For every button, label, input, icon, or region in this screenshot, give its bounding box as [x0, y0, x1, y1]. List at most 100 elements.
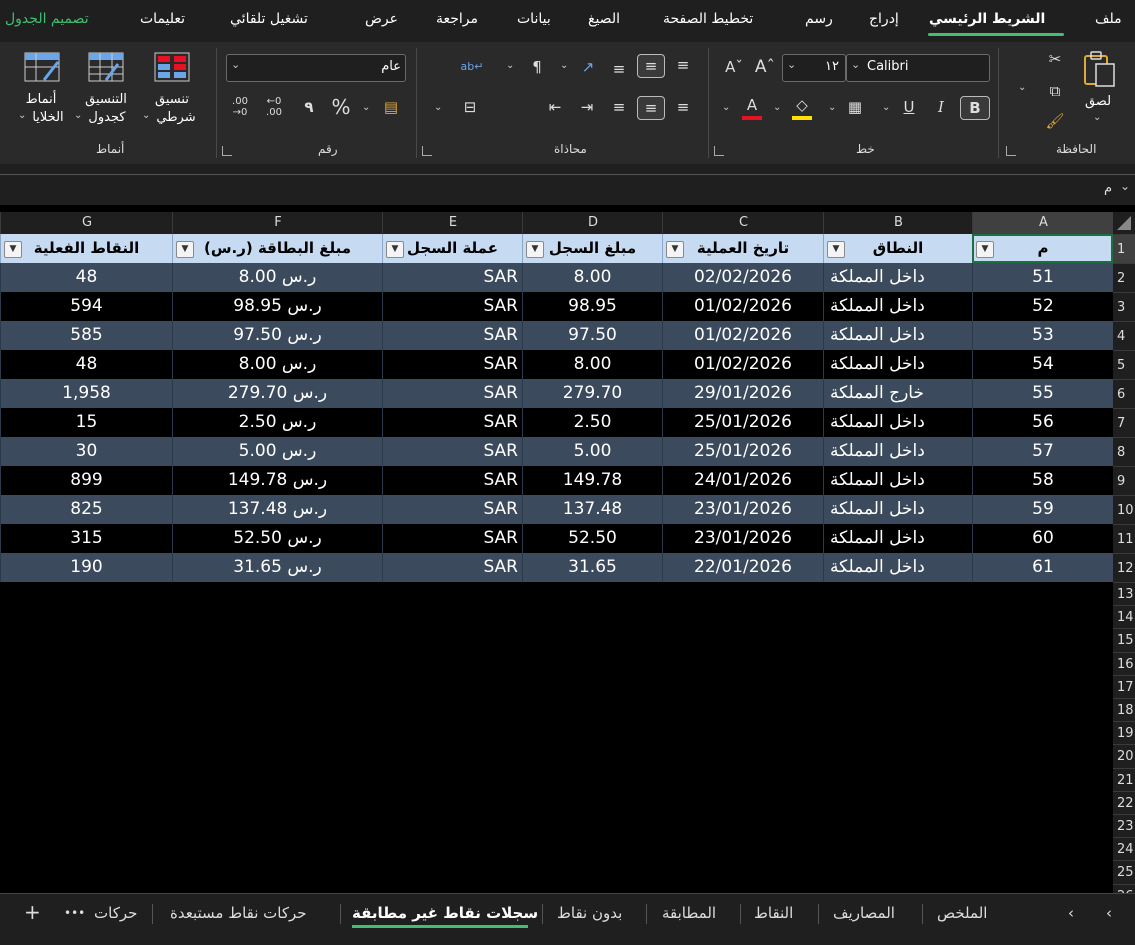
filter-dropdown-icon[interactable]: ▼	[666, 241, 684, 258]
row-header[interactable]: 2	[1113, 263, 1135, 292]
table-cell[interactable]: ر.س 97.50	[172, 321, 382, 350]
sheet-tab-7[interactable]: حركات	[94, 904, 137, 922]
column-header-F[interactable]: F	[172, 212, 383, 234]
sheet-tab-3[interactable]: المطابقة	[662, 904, 716, 922]
merge-dropdown-icon[interactable]: ⌄	[434, 102, 442, 113]
table-cell[interactable]: 48	[0, 350, 172, 379]
paste-dropdown-icon[interactable]: ⌄	[1093, 112, 1101, 123]
table-cell[interactable]: داخل المملكة	[823, 437, 972, 466]
row-header[interactable]: 15	[1113, 628, 1135, 651]
underline-button[interactable]: U	[898, 96, 920, 118]
table-cell[interactable]: 22/01/2026	[662, 553, 823, 582]
table-cell[interactable]: ر.س 8.00	[172, 263, 382, 292]
table-cell[interactable]: 585	[0, 321, 172, 350]
table-cell[interactable]: 25/01/2026	[662, 408, 823, 437]
table-cell[interactable]: SAR	[382, 321, 522, 350]
increase-decimal-icon[interactable]: .00 →0	[228, 96, 252, 118]
orientation-icon[interactable]: ↗	[576, 56, 600, 78]
row-header[interactable]: 12	[1113, 553, 1135, 582]
namebox-dropdown-icon[interactable]: ⌄	[1120, 179, 1130, 193]
table-cell[interactable]: 98.95	[522, 292, 662, 321]
menu-item-10[interactable]: تعليمات	[140, 11, 185, 27]
menu-item-2[interactable]: إدراج	[869, 11, 899, 27]
table-cell[interactable]: SAR	[382, 495, 522, 524]
increase-indent-icon[interactable]: ⇥	[576, 96, 598, 118]
table-cell[interactable]: داخل المملكة	[823, 524, 972, 553]
table-cell[interactable]: ر.س 5.00	[172, 437, 382, 466]
sheet-tab-5[interactable]: سجلات نقاط غير مطابقة	[352, 904, 538, 922]
align-middle-icon[interactable]: ≡	[637, 54, 665, 78]
table-cell[interactable]: 59	[972, 495, 1113, 524]
accounting-dropdown-icon[interactable]: ⌄	[362, 102, 370, 113]
table-cell[interactable]: 01/02/2026	[662, 321, 823, 350]
table-cell[interactable]: 23/01/2026	[662, 524, 823, 553]
table-cell[interactable]: 53	[972, 321, 1113, 350]
align-center-icon[interactable]: ≡	[637, 96, 665, 120]
sheet-tab-2[interactable]: النقاط	[754, 904, 793, 922]
format-painter-icon[interactable]: 🖌	[1044, 110, 1066, 132]
borders-icon[interactable]: ▦	[844, 96, 866, 118]
clipboard-more-icon[interactable]: ⌄	[1018, 82, 1026, 93]
conditional-formatting-label-1[interactable]: تنسيق	[146, 92, 198, 108]
table-cell[interactable]: 97.50	[522, 321, 662, 350]
table-cell[interactable]: ر.س 52.50	[172, 524, 382, 553]
row-header[interactable]: 9	[1113, 466, 1135, 495]
font-color-icon[interactable]: A	[740, 94, 764, 116]
row-header[interactable]: 25	[1113, 860, 1135, 883]
text-direction-dropdown-icon[interactable]: ⌄	[506, 60, 514, 71]
table-cell[interactable]: ر.س 2.50	[172, 408, 382, 437]
table-cell[interactable]: SAR	[382, 292, 522, 321]
percent-button[interactable]: %	[330, 96, 352, 118]
decrease-indent-icon[interactable]: ⇤	[544, 96, 566, 118]
table-cell[interactable]: ر.س 279.70	[172, 379, 382, 408]
table-cell[interactable]: 29/01/2026	[662, 379, 823, 408]
table-cell[interactable]: داخل المملكة	[823, 553, 972, 582]
more-tabs-icon[interactable]: •••	[64, 906, 85, 920]
row-header[interactable]: 13	[1113, 582, 1135, 605]
table-cell[interactable]: SAR	[382, 263, 522, 292]
table-header-cell[interactable]: تاريخ العملية ▼	[662, 234, 823, 263]
menu-item-7[interactable]: مراجعة	[436, 11, 478, 27]
scroll-tabs-right-icon[interactable]: ‹	[1106, 904, 1112, 922]
table-header-cell[interactable]: مبلغ البطاقة (ر.س) ▼	[172, 234, 382, 263]
fill-color-dropdown-icon[interactable]: ⌄	[773, 102, 781, 113]
select-all-corner[interactable]	[1113, 212, 1135, 234]
table-header-cell[interactable]: النطاق ▼	[823, 234, 972, 263]
table-cell[interactable]: 899	[0, 466, 172, 495]
namebox[interactable]: م	[1104, 181, 1112, 196]
table-cell[interactable]: SAR	[382, 379, 522, 408]
table-cell[interactable]: داخل المملكة	[823, 495, 972, 524]
table-cell[interactable]: 48	[0, 263, 172, 292]
row-header[interactable]: 21	[1113, 767, 1135, 791]
row-header[interactable]: 24	[1113, 837, 1135, 860]
table-cell[interactable]: 60	[972, 524, 1113, 553]
table-cell[interactable]: 55	[972, 379, 1113, 408]
increase-font-icon[interactable]: Aˆ	[752, 56, 778, 78]
filter-dropdown-icon[interactable]: ▼	[526, 241, 544, 258]
table-cell[interactable]: 23/01/2026	[662, 495, 823, 524]
table-cell[interactable]: 149.78	[522, 466, 662, 495]
table-cell[interactable]: SAR	[382, 553, 522, 582]
menu-item-11[interactable]: تصميم الجدول	[5, 11, 89, 27]
column-header-D[interactable]: D	[522, 212, 663, 234]
scroll-tabs-left-icon[interactable]: ‹	[1068, 904, 1074, 922]
row-header[interactable]: 5	[1113, 350, 1135, 379]
table-header-cell[interactable]: مبلغ السجل ▼	[522, 234, 662, 263]
row-header[interactable]: 19	[1113, 721, 1135, 744]
table-cell[interactable]: ر.س 98.95	[172, 292, 382, 321]
table-cell[interactable]: ر.س 31.65	[172, 553, 382, 582]
row-header[interactable]: 20	[1113, 744, 1135, 767]
font-launcher-icon[interactable]	[714, 146, 724, 156]
align-top-icon[interactable]: ≡	[672, 54, 694, 76]
row-header[interactable]: 8	[1113, 437, 1135, 466]
orientation-dropdown-icon[interactable]: ⌄	[560, 60, 568, 71]
table-cell[interactable]: 279.70	[522, 379, 662, 408]
font-size-combo[interactable]: ⌄ ١٢	[782, 54, 846, 82]
paste-label[interactable]: لصق	[1080, 94, 1116, 110]
table-header-cell[interactable]: م ▼	[972, 234, 1113, 263]
table-cell[interactable]: ر.س 8.00	[172, 350, 382, 379]
sheet-tab-4[interactable]: بدون نقاط	[557, 904, 622, 922]
table-cell[interactable]: SAR	[382, 524, 522, 553]
row-header[interactable]: 10	[1113, 495, 1135, 524]
merge-center-icon[interactable]: ⊟	[458, 96, 482, 118]
